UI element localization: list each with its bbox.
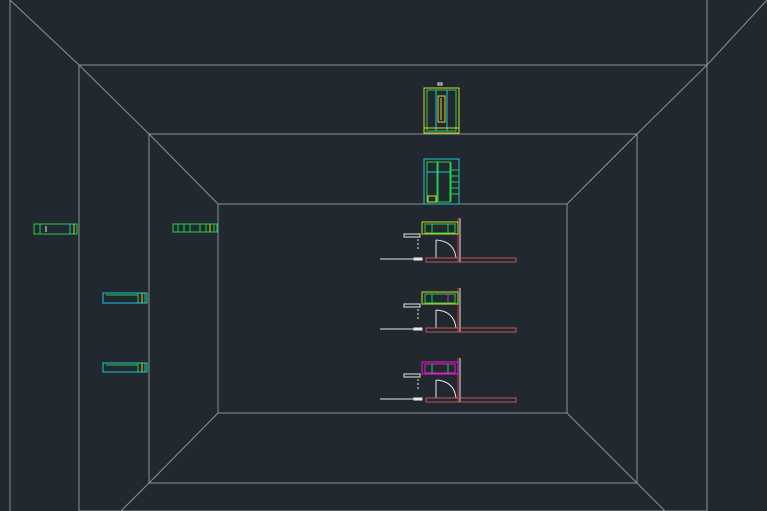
section-left-3[interactable] bbox=[102, 292, 148, 304]
drawing-canvas[interactable] bbox=[0, 0, 767, 511]
elevation-front[interactable] bbox=[423, 82, 460, 134]
section-left-4[interactable] bbox=[102, 362, 148, 373]
section-left-1[interactable] bbox=[33, 223, 78, 235]
plan-2[interactable] bbox=[380, 288, 517, 333]
cad-viewport[interactable] bbox=[0, 0, 767, 511]
section-left-2[interactable] bbox=[172, 223, 218, 233]
plan-1[interactable] bbox=[380, 218, 517, 263]
plan-3[interactable] bbox=[380, 358, 517, 403]
elevation-side[interactable] bbox=[423, 158, 460, 205]
perspective-frame bbox=[9, 0, 767, 511]
